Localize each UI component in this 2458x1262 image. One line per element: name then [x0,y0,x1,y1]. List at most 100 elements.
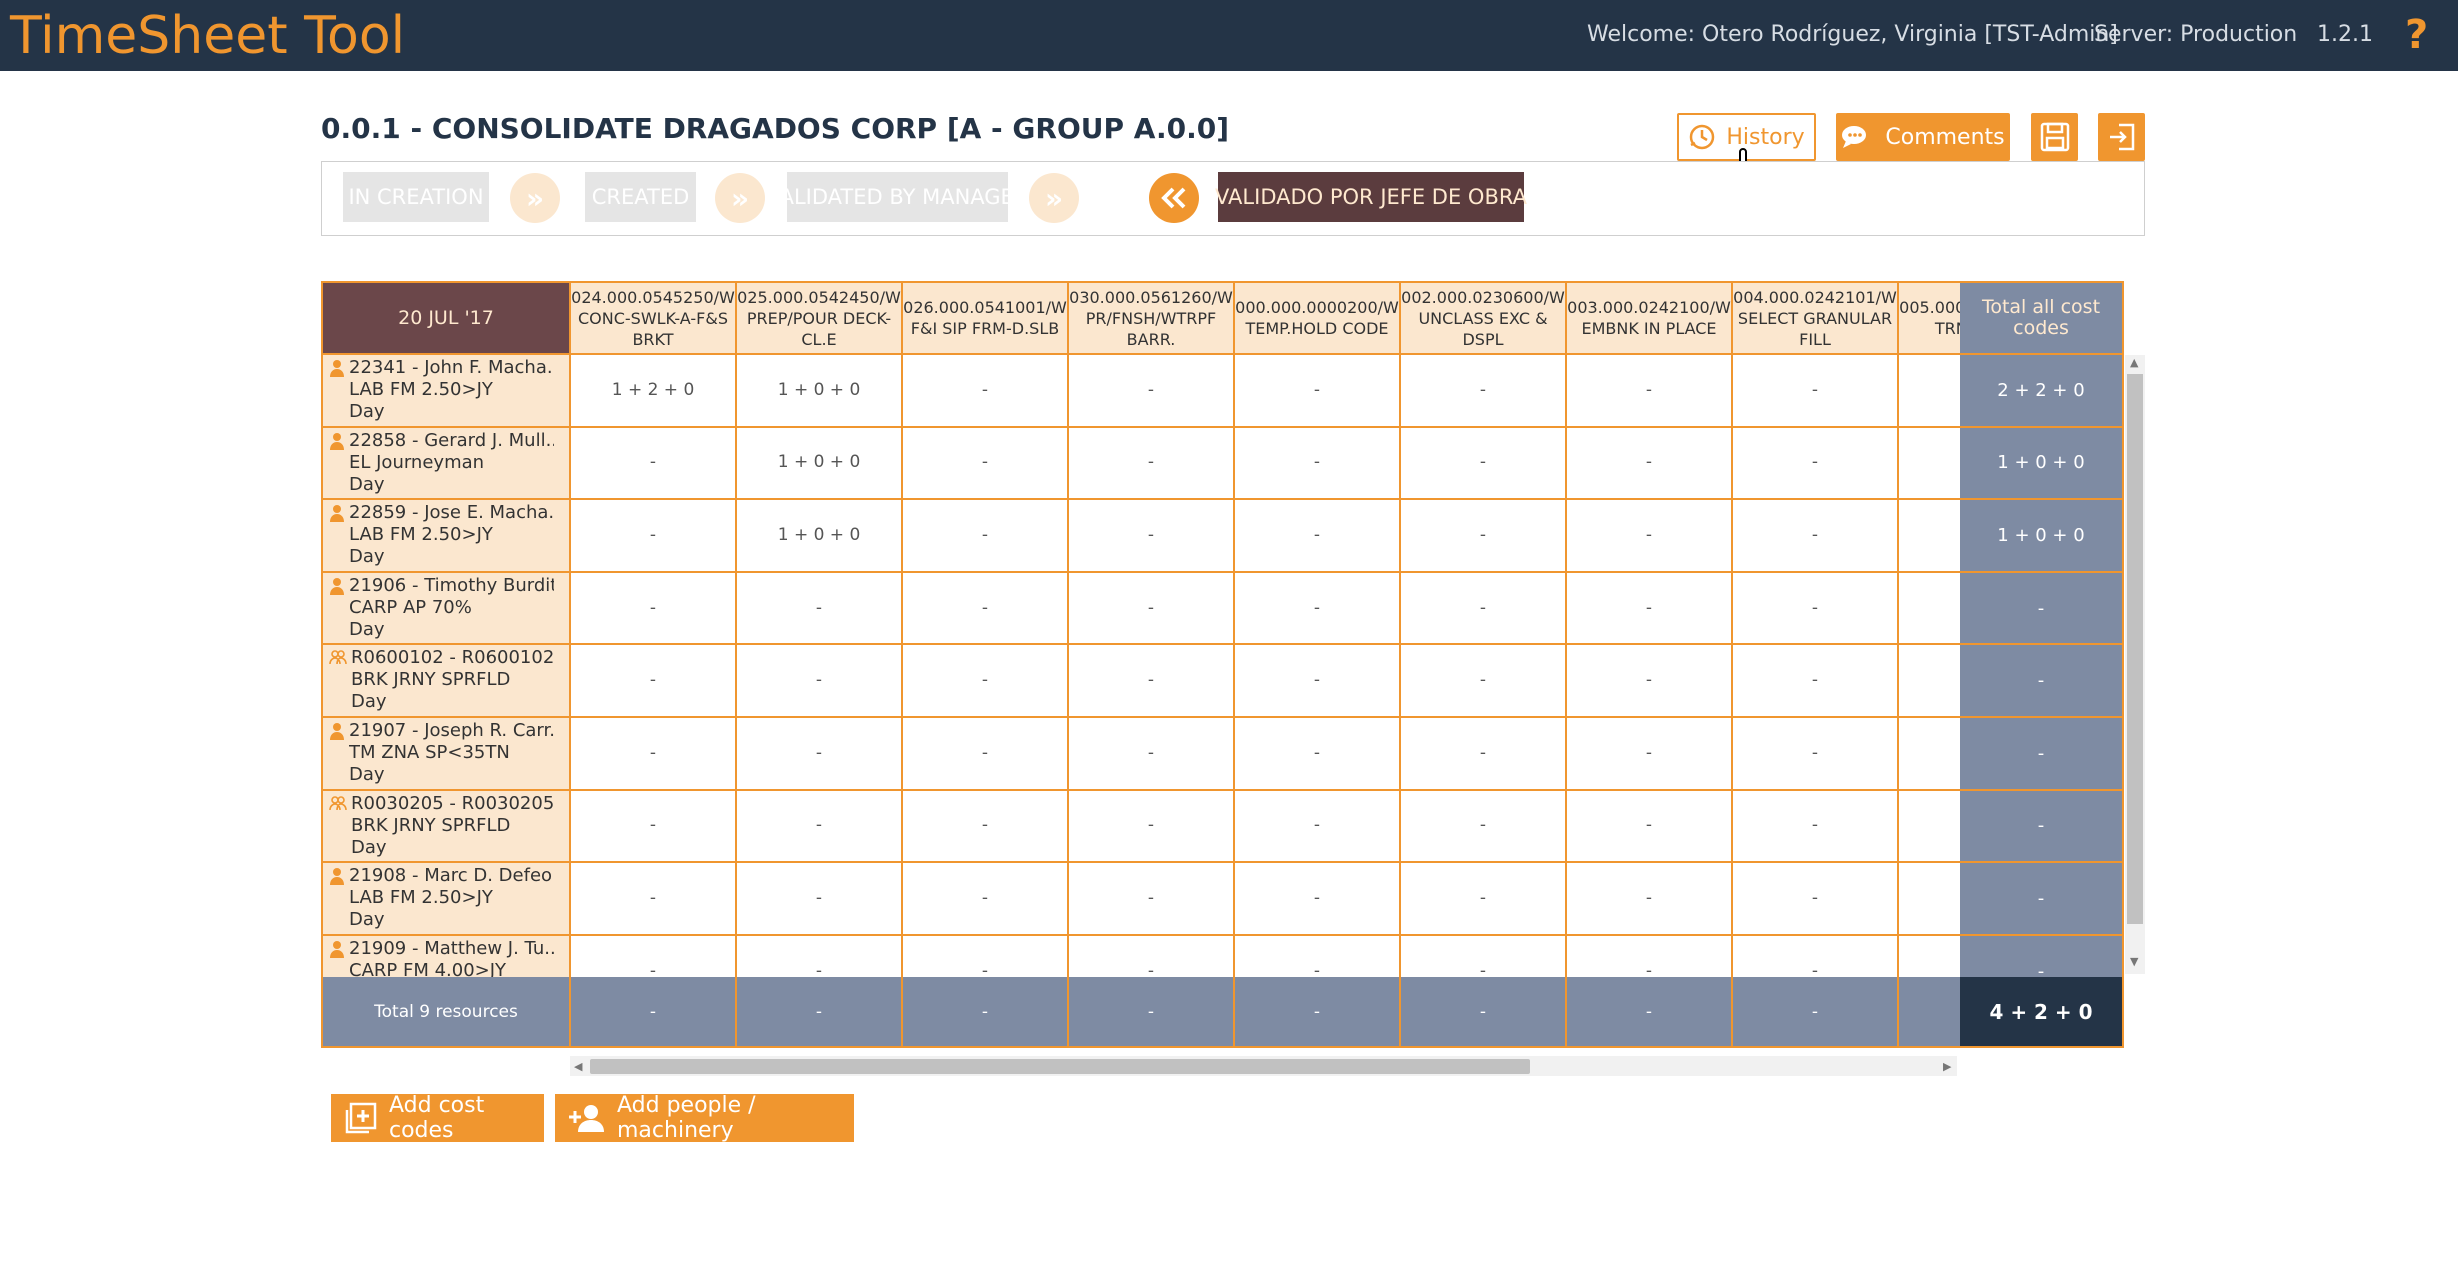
resource-cell[interactable]: 22859 - Jose E. Macha... LAB FM 2.50>JY Da… [323,500,571,573]
hours-cell[interactable]: - [571,863,737,936]
footer-total-cell: - [1733,977,1899,1046]
hours-cell[interactable]: - [1235,863,1401,936]
hours-cell[interactable]: - [1069,718,1235,791]
back-arrows-icon[interactable] [1149,173,1199,223]
hours-cell[interactable]: - [1235,355,1401,428]
hours-cell[interactable]: - [1733,427,1899,501]
hours-cell[interactable]: - [903,863,1069,936]
resource-cell[interactable]: 21906 - Timothy Burditt CARP AP 70% Day [323,572,571,646]
hours-cell[interactable]: - [737,645,903,718]
hours-cell[interactable]: - [1401,863,1567,936]
hours-cell[interactable]: - [571,572,737,646]
hours-cell[interactable]: - [1567,645,1733,718]
resource-cell[interactable]: R0600102 - R0600102 BRK JRNY SPRFLD Day [323,645,571,718]
hours-cell[interactable]: - [1235,500,1401,573]
hours-cell[interactable]: - [571,718,737,791]
hours-cell[interactable]: 1 + 0 + 0 [737,355,903,428]
hours-cell[interactable]: - [1733,572,1899,646]
hours-cell[interactable]: - [1069,427,1235,501]
scroll-down-arrow-icon[interactable]: ▼ [2130,955,2138,968]
hours-cell[interactable]: - [1733,355,1899,428]
hours-cell[interactable]: - [1069,500,1235,573]
hours-cell[interactable]: - [1401,718,1567,791]
hours-cell[interactable]: - [571,500,737,573]
hours-cell[interactable]: - [1567,790,1733,864]
add-people-button[interactable]: Add people / machinery [555,1093,854,1143]
hours-cell[interactable]: - [1235,790,1401,864]
hours-cell[interactable]: - [737,790,903,864]
hours-cell[interactable]: - [903,355,1069,428]
cost-code-header[interactable]: 003.000.0242100/W EMBNK IN PLACE [1567,283,1733,355]
cost-code-header[interactable]: 002.000.0230600/W UNCLASS EXC & DSPL [1401,283,1567,355]
hours-cell[interactable]: - [571,427,737,501]
hours-cell[interactable]: - [903,718,1069,791]
hours-cell[interactable]: - [903,500,1069,573]
hours-cell[interactable]: - [1069,572,1235,646]
hours-cell[interactable]: - [571,645,737,718]
add-cost-codes-button[interactable]: Add cost codes [331,1093,544,1143]
scroll-left-arrow-icon[interactable]: ◀ [574,1060,582,1073]
comments-button[interactable]: Comments [1836,113,2010,161]
hours-cell[interactable]: - [1567,355,1733,428]
resource-cell[interactable]: 21907 - Joseph R. Carr... TM ZNA SP<35TN D… [323,718,571,791]
scroll-right-arrow-icon[interactable]: ▶ [1943,1060,1951,1073]
hours-cell[interactable]: - [1567,718,1733,791]
hours-cell[interactable]: 1 + 0 + 0 [737,427,903,501]
hours-cell[interactable]: - [1733,863,1899,936]
help-icon[interactable]: ? [2405,10,2428,60]
exit-button[interactable] [2098,113,2145,161]
horizontal-scroll-thumb[interactable] [590,1059,1530,1074]
resource-cell[interactable]: 21908 - Marc D. Defeo LAB FM 2.50>JY Day [323,863,571,936]
hours-cell[interactable]: - [737,863,903,936]
hours-cell[interactable]: - [737,718,903,791]
resource-cell[interactable]: 22341 - John F. Macha... LAB FM 2.50>JY Da… [323,355,571,428]
cost-code-header[interactable]: 000.000.0000200/W TEMP.HOLD CODE [1235,283,1401,355]
hours-cell[interactable]: - [1235,718,1401,791]
hours-cell[interactable]: - [1733,500,1899,573]
hours-cell[interactable]: - [1401,355,1567,428]
hours-cell[interactable]: - [1567,572,1733,646]
hours-cell[interactable]: - [571,790,737,864]
cost-code-header[interactable]: 026.000.0541001/W F&I SIP FRM-D.SLB [903,283,1069,355]
hours-cell[interactable]: - [1401,427,1567,501]
hours-cell[interactable]: - [1567,863,1733,936]
hours-cell[interactable]: - [1733,645,1899,718]
vertical-scroll-thumb[interactable] [2127,374,2143,924]
hours-cell[interactable]: - [1401,572,1567,646]
hours-cell[interactable]: - [1401,790,1567,864]
resource-shift: Day [349,546,385,568]
resource-cell[interactable]: 22858 - Gerard J. Mull... EL Journeyman Da… [323,427,571,501]
cost-code-number: 003.000.0242100/W [1567,298,1731,317]
add-list-icon [345,1102,389,1134]
hours-cell[interactable]: - [1733,718,1899,791]
cost-code-header[interactable]: 024.000.0545250/W CONC-SWLK-A-F&S BRKT [571,283,737,355]
scroll-up-arrow-icon[interactable]: ▲ [2130,356,2138,369]
hours-cell[interactable]: - [1401,645,1567,718]
cost-code-header[interactable]: 025.000.0542450/W PREP/POUR DECK-CL.E [737,283,903,355]
hours-cell[interactable]: - [1733,790,1899,864]
hours-cell[interactable]: - [1069,645,1235,718]
hours-cell[interactable]: - [1235,645,1401,718]
hours-cell[interactable]: - [1401,500,1567,573]
save-button[interactable] [2031,113,2078,161]
hours-cell[interactable]: - [903,572,1069,646]
cost-code-header[interactable]: 004.000.0242101/W SELECT GRANULAR FILL [1733,283,1899,355]
cost-code-header[interactable]: 030.000.0561260/W PR/FNSH/WTRPF BARR. [1069,283,1235,355]
hours-cell[interactable]: - [1567,500,1733,573]
hours-cell[interactable]: - [1235,572,1401,646]
hours-cell[interactable]: - [1069,790,1235,864]
hours-cell[interactable]: - [903,790,1069,864]
person-icon [329,940,345,958]
hours-cell[interactable]: - [1567,427,1733,501]
hours-cell[interactable]: - [903,427,1069,501]
resource-name: 22341 - John F. Macha... [349,357,554,378]
resource-cell[interactable]: R0030205 - R0030205 BRK JRNY SPRFLD Day [323,790,571,864]
hours-cell[interactable]: - [1069,863,1235,936]
hours-cell[interactable]: - [737,572,903,646]
hours-cell[interactable]: 1 + 0 + 0 [737,500,903,573]
hours-cell[interactable]: - [1069,355,1235,428]
hours-cell[interactable]: - [903,645,1069,718]
hours-cell[interactable]: 1 + 2 + 0 [571,355,737,428]
step-validated-manager: VALIDATED BY MANAGER [767,172,1028,222]
hours-cell[interactable]: - [1235,427,1401,501]
